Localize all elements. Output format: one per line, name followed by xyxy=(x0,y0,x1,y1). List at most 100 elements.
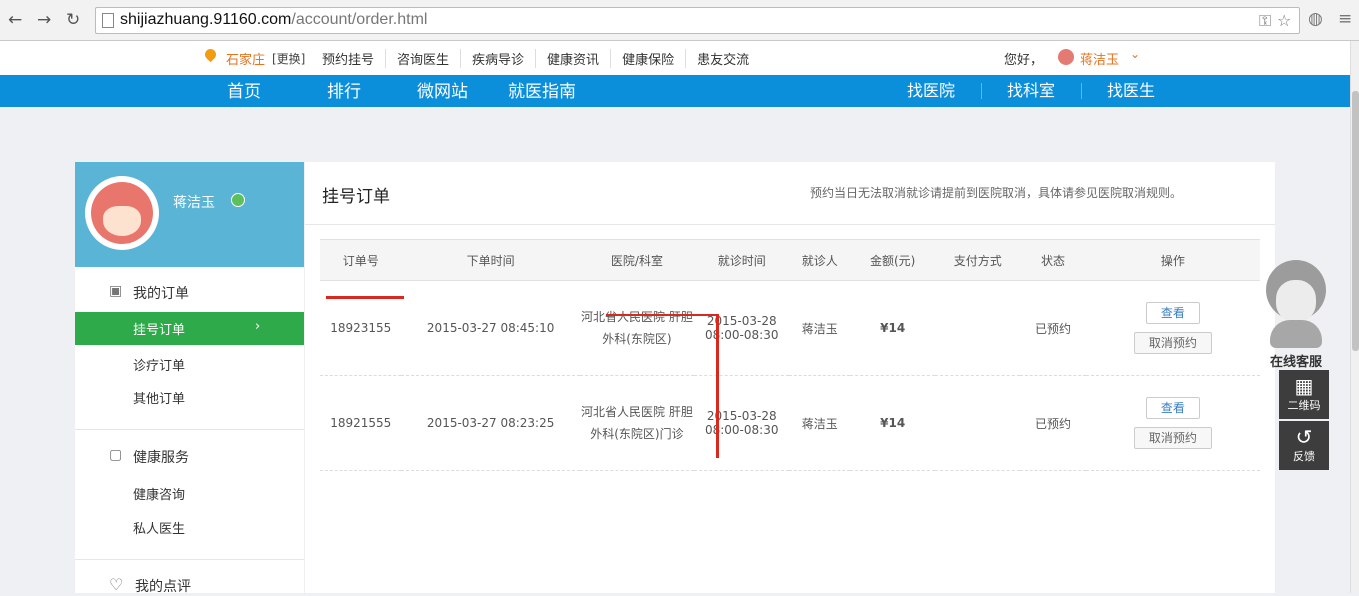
user-avatar[interactable] xyxy=(1058,49,1074,65)
cancel-rule-note: 预约当日无法取消就诊请提前到医院取消，具体请参见医院取消规则。 xyxy=(810,186,1183,200)
order-department[interactable]: 河北省人民医院 肝胆外科(东院区)门诊 xyxy=(579,375,695,471)
order-id-link[interactable]: 18923155 xyxy=(320,280,402,376)
column-header: 支付方式 xyxy=(935,239,1021,281)
page-scrollbar[interactable] xyxy=(1350,41,1359,593)
chevron-down-icon[interactable]: ⌄ xyxy=(1130,47,1140,61)
sidebar-item-private-doctor[interactable]: 私人医生 xyxy=(133,518,185,537)
key-icon[interactable]: ⚿ xyxy=(1259,11,1271,31)
top-link[interactable]: 预约挂号 xyxy=(322,49,385,68)
account-sidebar: 蒋洁玉 ▣ 我的订单 挂号订单 › 诊疗订单 其他订单 ▢ 健康服务 健康咨询 … xyxy=(75,162,304,596)
bookmark-star-icon[interactable]: ☆ xyxy=(1277,11,1291,30)
sidebar-item-health-consult[interactable]: 健康咨询 xyxy=(133,484,185,503)
profile-card: 蒋洁玉 xyxy=(75,162,304,267)
order-id-link[interactable]: 18921555 xyxy=(320,375,402,471)
scrollbar-thumb[interactable] xyxy=(1352,91,1359,351)
order-created-time: 2015-03-27 08:23:25 xyxy=(401,375,580,471)
sidebar-item-registration-orders[interactable]: 挂号订单 › xyxy=(75,312,304,345)
browser-toolbar: ← → ↻ shijiazhuang.91160.com/account/ord… xyxy=(0,0,1359,41)
url-text[interactable]: shijiazhuang.91160.com/account/order.htm… xyxy=(120,11,427,29)
orders-table: 订单号 下单时间 医院/科室 就诊时间 就诊人 金额(元) 支付方式 状态 操作… xyxy=(320,239,1260,471)
customer-service-avatar[interactable] xyxy=(1262,258,1330,350)
table-row: 18923155 2015-03-27 08:45:10 河北省人民医院 肝胆外… xyxy=(320,280,1260,376)
table-header-row: 订单号 下单时间 医院/科室 就诊时间 就诊人 金额(元) 支付方式 状态 操作 xyxy=(320,239,1260,281)
column-header: 操作 xyxy=(1085,239,1260,281)
location-pin-icon xyxy=(202,46,219,63)
sidebar-item-label: 挂号订单 xyxy=(133,323,186,338)
change-city-link[interactable]: [更换] xyxy=(272,50,305,67)
qr-code-icon: ▦ xyxy=(1294,374,1314,398)
nav-home[interactable]: 首页 xyxy=(227,77,261,102)
greeting: 您好， xyxy=(1004,53,1044,68)
address-bar[interactable]: shijiazhuang.91160.com/account/order.htm… xyxy=(95,7,1300,34)
sidebar-divider xyxy=(75,559,304,560)
order-visit-time: 2015-03-28 08:00-08:30 xyxy=(694,375,790,471)
nav-find-doctor[interactable]: 找医生 xyxy=(1107,77,1155,101)
nav-divider xyxy=(981,83,982,99)
profile-name: 蒋洁玉 xyxy=(173,195,215,211)
sidebar-item-treatment-orders[interactable]: 诊疗订单 xyxy=(133,355,185,374)
column-header: 就诊时间 xyxy=(694,239,790,281)
section-health-services: 健康服务 xyxy=(133,450,189,466)
nav-find-department[interactable]: 找科室 xyxy=(1007,77,1055,101)
column-header: 医院/科室 xyxy=(579,239,695,281)
top-link[interactable]: 健康保险 xyxy=(610,49,685,68)
order-department[interactable]: 河北省人民医院 肝胆外科(东院区) xyxy=(579,280,695,376)
order-payment xyxy=(935,375,1021,471)
verified-icon xyxy=(231,193,245,207)
page-title: 挂号订单 xyxy=(322,187,390,207)
annotation-line xyxy=(716,314,719,458)
feedback-button[interactable]: ↺ 反馈 xyxy=(1279,421,1329,470)
top-link[interactable]: 咨询医生 xyxy=(385,49,460,68)
annotation-line xyxy=(606,314,718,316)
order-amount: ¥14 xyxy=(850,375,936,471)
orders-panel: 挂号订单 预约当日无法取消就诊请提前到医院取消，具体请参见医院取消规则。 订单号… xyxy=(305,162,1275,593)
column-header: 金额(元) xyxy=(850,239,936,281)
annotation-line xyxy=(326,296,404,299)
top-link[interactable]: 健康资讯 xyxy=(535,49,610,68)
reload-icon[interactable]: ↻ xyxy=(66,10,80,30)
username-link[interactable]: 蒋洁玉 xyxy=(1080,49,1119,68)
online-service-label[interactable]: 在线客服 xyxy=(1270,351,1322,370)
column-header: 状态 xyxy=(1020,239,1086,281)
sidebar-item-my-reviews[interactable]: 我的点评 xyxy=(135,576,191,596)
top-link[interactable]: 疾病导诊 xyxy=(460,49,535,68)
cancel-appointment-button[interactable]: 取消预约 xyxy=(1133,332,1212,354)
top-link[interactable]: 患友交流 xyxy=(685,49,760,68)
order-actions: 查看 取消预约 xyxy=(1085,280,1260,376)
section-my-orders: 我的订单 xyxy=(133,286,189,302)
feedback-icon: ↺ xyxy=(1295,425,1313,449)
column-header: 订单号 xyxy=(320,239,402,281)
forward-icon[interactable]: → xyxy=(37,10,51,30)
profile-avatar[interactable] xyxy=(85,176,159,250)
nav-guide[interactable]: 就医指南 xyxy=(508,77,576,102)
page-icon xyxy=(102,13,114,28)
nav-microsite[interactable]: 微网站 xyxy=(417,77,468,102)
site-top-bar: 石家庄 [更换] 预约挂号 咨询医生 疾病导诊 健康资讯 健康保险 患友交流 您… xyxy=(0,41,1350,75)
city-name: 石家庄 xyxy=(226,53,266,68)
heart-icon: ♡ xyxy=(109,575,124,594)
table-row: 18921555 2015-03-27 08:23:25 河北省人民医院 肝胆外… xyxy=(320,375,1260,471)
nav-ranking[interactable]: 排行 xyxy=(327,77,361,102)
feedback-label: 反馈 xyxy=(1293,450,1315,463)
back-icon[interactable]: ← xyxy=(8,10,22,30)
cancel-appointment-button[interactable]: 取消预约 xyxy=(1133,427,1212,449)
nav-divider xyxy=(1081,83,1082,99)
title-divider xyxy=(305,224,1275,225)
orders-icon: ▣ xyxy=(109,283,123,299)
view-button[interactable]: 查看 xyxy=(1145,302,1200,324)
nav-find-hospital[interactable]: 找医院 xyxy=(907,77,955,101)
view-button[interactable]: 查看 xyxy=(1145,397,1200,419)
order-status: 已预约 xyxy=(1020,280,1086,376)
order-amount: ¥14 xyxy=(850,280,936,376)
order-payment xyxy=(935,280,1021,376)
qr-code-button[interactable]: ▦ 二维码 xyxy=(1279,370,1329,419)
sidebar-item-other-orders[interactable]: 其他订单 xyxy=(133,388,185,407)
column-header: 就诊人 xyxy=(789,239,851,281)
order-visit-time: 2015-03-28 08:00-08:30 xyxy=(694,280,790,376)
order-created-time: 2015-03-27 08:45:10 xyxy=(401,280,580,376)
order-actions: 查看 取消预约 xyxy=(1085,375,1260,471)
top-links: 预约挂号 咨询医生 疾病导诊 健康资讯 健康保险 患友交流 xyxy=(322,49,760,68)
main-nav: 首页 排行 微网站 就医指南 找医院 找科室 找医生 xyxy=(0,75,1350,107)
globe-icon[interactable]: ◍ xyxy=(1308,9,1323,29)
menu-icon[interactable]: ≡ xyxy=(1338,9,1352,29)
